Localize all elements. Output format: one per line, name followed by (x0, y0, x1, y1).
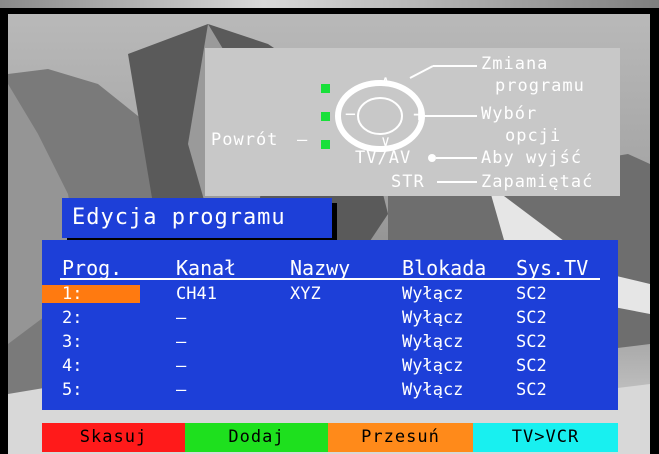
top-strip (0, 0, 659, 8)
option-select-label-2: opcji (505, 126, 562, 146)
column-header-kanal: Kanał (176, 256, 237, 280)
blokada-cell: Wyłącz (402, 380, 464, 400)
change-program-label: Zmiana (481, 54, 549, 74)
nazwy-cell: XYZ (290, 284, 321, 304)
exit-label: Aby wyjść (481, 148, 583, 168)
remote-help-panel: ∧ ∨ − + Zmiana programu Wybór opcji Powr… (205, 48, 620, 196)
column-header-sys-tv: Sys.TV (516, 256, 589, 280)
up-arrow-icon: ∧ (381, 72, 392, 90)
sys-cell: SC2 (516, 356, 547, 376)
prog-cell: 2: (62, 308, 83, 328)
header-divider (60, 278, 600, 280)
back-dash: – (297, 130, 309, 150)
sys-cell: SC2 (516, 380, 547, 400)
column-header-blokada: Blokada (402, 256, 487, 280)
save-label: Zapamiętać (481, 172, 594, 192)
program-table: Prog. Kanał Nazwy Blokada Sys.TV 1: CH41… (42, 240, 618, 410)
tvav-label: TV/AV (355, 148, 412, 168)
change-program-label-2: programu (495, 76, 585, 96)
kanal-cell: – (176, 356, 187, 376)
prog-cell: 4: (62, 356, 83, 376)
plus-icon: + (413, 102, 427, 126)
selected-row-highlight (42, 285, 140, 303)
blokada-cell: Wyłącz (402, 356, 464, 376)
menu-title: Edycja programu (62, 198, 332, 238)
prog-cell: 3: (62, 332, 83, 352)
str-label: STR (391, 172, 425, 192)
kanal-cell: – (176, 308, 187, 328)
sys-cell: SC2 (516, 332, 547, 352)
move-button[interactable]: Przesuń (328, 423, 473, 452)
option-select-label: Wybór (481, 104, 538, 124)
prog-cell: 5: (62, 380, 83, 400)
blokada-cell: Wyłącz (402, 284, 464, 304)
column-header-nazwy: Nazwy (290, 256, 351, 280)
blokada-cell: Wyłącz (402, 332, 464, 352)
delete-button[interactable]: Skasuj (42, 423, 185, 452)
sys-cell: SC2 (516, 284, 547, 304)
tv-vcr-button[interactable]: TV>VCR (473, 423, 618, 452)
kanal-cell: CH41 (176, 284, 217, 304)
minus-icon: − (345, 104, 357, 125)
kanal-cell: – (176, 380, 187, 400)
column-header-prog: Prog. (62, 256, 123, 280)
back-label: Powrót (211, 130, 279, 150)
kanal-cell: – (176, 332, 187, 352)
prog-cell: 1: (62, 284, 83, 304)
add-button[interactable]: Dodaj (185, 423, 328, 452)
sys-cell: SC2 (516, 308, 547, 328)
blokada-cell: Wyłącz (402, 308, 464, 328)
